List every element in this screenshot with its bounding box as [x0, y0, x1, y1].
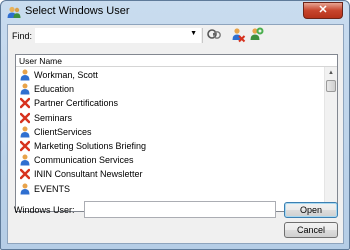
close-button[interactable]: ✕ — [303, 2, 343, 19]
find-label: Find: — [12, 31, 33, 41]
dialog-body: Find: ▼ User Name Workman, Scott Educati… — [7, 24, 344, 244]
user-icon — [20, 126, 30, 138]
scroll-up-icon[interactable]: ▲ — [325, 67, 337, 79]
list-item[interactable]: ClientServices — [16, 125, 324, 139]
column-header-label: User Name — [19, 56, 62, 66]
window-title: Select Windows User — [25, 5, 130, 17]
cancel-button[interactable]: Cancel — [284, 222, 338, 238]
user-list[interactable]: User Name Workman, Scott Education Partn… — [15, 54, 338, 212]
title-bar[interactable]: Select Windows User ✕ — [1, 1, 349, 23]
user-list-rows: Workman, Scott Education Partner Certifi… — [16, 68, 324, 211]
list-item-label: Communication Services — [34, 155, 134, 166]
user-icon — [20, 83, 30, 95]
list-item-label: Partner Certifications — [34, 98, 119, 109]
open-button[interactable]: Open — [284, 202, 338, 218]
list-item-label: ClientServices — [34, 126, 92, 137]
search-users-icon[interactable] — [206, 27, 222, 43]
list-item[interactable]: Communication Services — [16, 153, 324, 167]
list-item[interactable]: ININ Consultant Newsletter — [16, 167, 324, 181]
user-icon — [20, 183, 30, 194]
exclude-user-icon[interactable] — [230, 27, 246, 43]
excluded-user-icon — [20, 112, 30, 123]
user-icon — [20, 69, 30, 81]
scrollbar-thumb[interactable] — [326, 80, 336, 92]
toolbar-separator — [202, 28, 203, 43]
column-header-user-name[interactable]: User Name — [16, 55, 337, 67]
user-icon — [20, 154, 30, 166]
excluded-user-icon — [20, 140, 30, 152]
list-item-label: Marketing Solutions Briefing — [34, 140, 147, 151]
select-windows-user-dialog: Select Windows User ✕ Find: ▼ User Name … — [0, 0, 350, 250]
users-icon — [7, 6, 21, 18]
list-item[interactable]: Marketing Solutions Briefing — [16, 139, 324, 153]
windows-user-label: Windows User: — [14, 205, 75, 215]
list-item-label: ININ Consultant Newsletter — [34, 169, 143, 180]
find-combobox[interactable]: ▼ — [35, 28, 201, 43]
list-item-label: Seminars — [34, 112, 73, 123]
list-item-label: Workman, Scott — [34, 70, 98, 80]
include-user-icon[interactable] — [248, 27, 264, 43]
list-item[interactable]: Seminars — [16, 111, 324, 125]
list-item-label: EVENTS — [34, 183, 71, 194]
windows-user-input[interactable] — [84, 201, 276, 218]
list-item-label: Education — [34, 84, 75, 95]
chevron-down-icon[interactable]: ▼ — [190, 30, 197, 37]
list-item[interactable]: Partner Certifications — [16, 96, 324, 110]
vertical-scrollbar[interactable]: ▲ ▼ — [324, 67, 337, 212]
excluded-user-icon — [20, 169, 30, 180]
excluded-user-icon — [20, 98, 30, 109]
list-item[interactable]: Education — [16, 82, 324, 96]
list-item[interactable]: EVENTS — [16, 182, 324, 196]
list-item[interactable]: Workman, Scott — [16, 68, 324, 82]
